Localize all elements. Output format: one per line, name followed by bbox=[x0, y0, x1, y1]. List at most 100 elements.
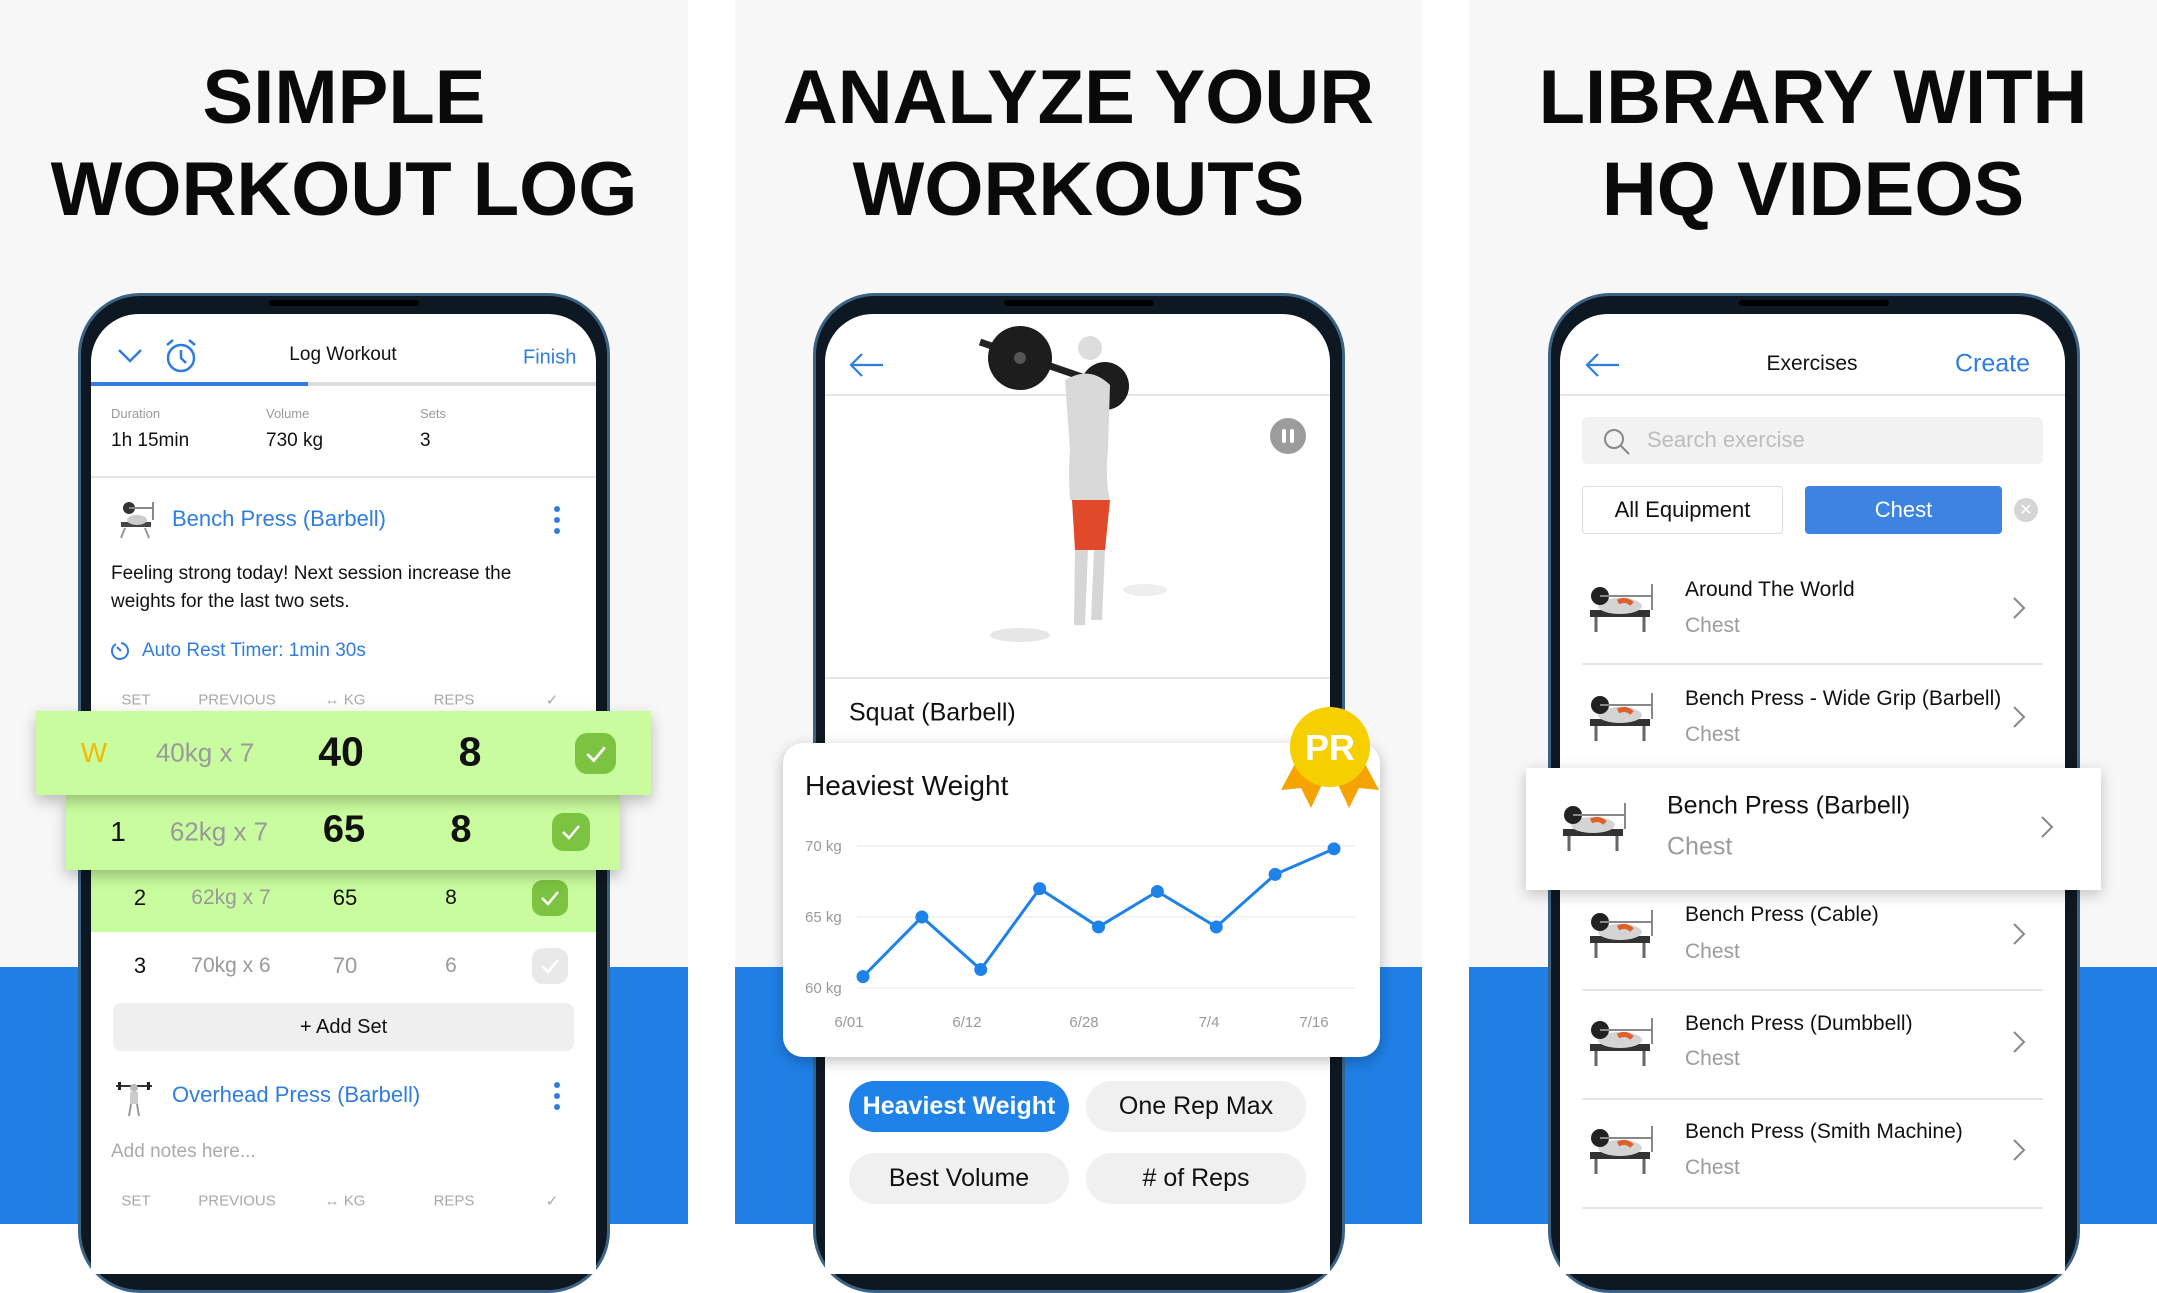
exercise-thumbnail bbox=[1590, 1017, 1653, 1066]
set-previous: 62kg x 7 bbox=[191, 886, 271, 909]
more-options-icon[interactable] bbox=[552, 505, 562, 535]
chip-best-volume[interactable]: Best Volume bbox=[849, 1153, 1069, 1204]
divider bbox=[1582, 989, 2043, 991]
close-icon: ✕ bbox=[2019, 502, 2033, 519]
chevron-right-icon[interactable] bbox=[2040, 815, 2054, 839]
col-header-kg: ↔ KG bbox=[325, 692, 366, 709]
col-header-set: SET bbox=[121, 1192, 151, 1210]
exercise-thumbnail bbox=[1563, 802, 1626, 851]
add-set-button[interactable]: + Add Set bbox=[113, 1003, 574, 1051]
finish-button[interactable]: Finish bbox=[523, 347, 576, 370]
data-point bbox=[974, 963, 988, 977]
exercise-name[interactable]: Bench Press (Barbell) bbox=[1667, 792, 1910, 821]
exercise-note[interactable]: weights for the last two sets. bbox=[111, 591, 350, 613]
panel-heading: LIBRARY WITH HQ VIDEOS bbox=[1469, 52, 2157, 236]
exercise-name: Squat (Barbell) bbox=[849, 698, 1016, 727]
pause-button[interactable] bbox=[1270, 418, 1306, 454]
set-kg-input[interactable]: 65 bbox=[323, 809, 365, 852]
search-input[interactable]: Search exercise bbox=[1582, 417, 2043, 464]
back-arrow-icon[interactable] bbox=[1585, 352, 1621, 378]
rest-timer-link[interactable]: Auto Rest Timer: 1min 30s bbox=[142, 640, 366, 662]
exercise-muscle: Chest bbox=[1667, 832, 1733, 861]
exercise-name[interactable]: Bench Press - Wide Grip (Barbell) bbox=[1685, 687, 2001, 711]
chevron-right-icon[interactable] bbox=[2012, 1030, 2026, 1054]
chip-one-rep-max[interactable]: One Rep Max bbox=[1086, 1081, 1306, 1132]
heading-line: WORKOUTS bbox=[852, 147, 1305, 232]
set-complete-checkbox[interactable] bbox=[532, 880, 568, 916]
heading-line: WORKOUT LOG bbox=[50, 147, 638, 232]
pr-badge: PR bbox=[1281, 707, 1379, 808]
data-point bbox=[1092, 920, 1105, 934]
exercise-muscle: Chest bbox=[1685, 723, 1740, 746]
pr-badge-label: PR bbox=[1305, 727, 1355, 768]
x-tick-label: 6/28 bbox=[1069, 1014, 1098, 1031]
chevron-down-icon[interactable] bbox=[117, 347, 143, 365]
muscle-filter-button[interactable]: Chest bbox=[1805, 486, 2002, 534]
timer-icon bbox=[111, 642, 129, 660]
set-reps-input[interactable]: 8 bbox=[450, 809, 471, 852]
more-options-icon[interactable] bbox=[552, 1081, 562, 1111]
y-tick-label: 65 kg bbox=[805, 909, 842, 926]
exercise-muscle: Chest bbox=[1685, 1156, 1740, 1179]
screen-title: Log Workout bbox=[289, 344, 397, 365]
exercise-muscle: Chest bbox=[1685, 614, 1740, 637]
stat-value-volume: 730 kg bbox=[266, 430, 324, 451]
notes-input[interactable]: Add notes here... bbox=[111, 1141, 256, 1163]
set-complete-checkbox[interactable] bbox=[552, 813, 590, 851]
set-reps-input[interactable]: 8 bbox=[459, 729, 482, 776]
exercise-title-link[interactable]: Overhead Press (Barbell) bbox=[172, 1082, 420, 1108]
data-point bbox=[915, 910, 929, 924]
set-kg-input[interactable]: 65 bbox=[333, 885, 357, 911]
exercise-name[interactable]: Around The World bbox=[1685, 578, 1855, 602]
stat-value-sets: 3 bbox=[420, 430, 431, 451]
exercise-name[interactable]: Bench Press (Smith Machine) bbox=[1685, 1120, 1963, 1144]
exercise-name[interactable]: Bench Press (Dumbbell) bbox=[1685, 1012, 1913, 1036]
panel-heading: SIMPLE WORKOUT LOG bbox=[0, 52, 688, 236]
exercise-note[interactable]: Feeling strong today! Next session incre… bbox=[111, 563, 511, 585]
divider bbox=[91, 476, 596, 478]
col-header-previous: PREVIOUS bbox=[198, 691, 276, 709]
clear-filter-button[interactable]: ✕ bbox=[2014, 498, 2038, 522]
exercise-title-link[interactable]: Bench Press (Barbell) bbox=[172, 506, 386, 532]
stat-label-duration: Duration bbox=[111, 406, 161, 421]
chevron-right-icon[interactable] bbox=[2012, 705, 2026, 729]
set-number-warmup: W bbox=[80, 737, 108, 768]
create-button[interactable]: Create bbox=[1955, 350, 2030, 379]
heading-line: LIBRARY WITH bbox=[1538, 55, 2088, 140]
col-header-reps: REPS bbox=[433, 1192, 475, 1210]
check-icon bbox=[585, 746, 606, 763]
pause-icon bbox=[1282, 429, 1286, 443]
back-arrow-icon[interactable] bbox=[849, 352, 885, 378]
x-tick-label: 6/01 bbox=[834, 1014, 863, 1031]
exercise-thumbnail bbox=[1590, 1126, 1653, 1174]
check-icon bbox=[562, 825, 580, 840]
alarm-clock-icon[interactable] bbox=[164, 338, 198, 374]
set-number: 1 bbox=[110, 816, 126, 847]
screen-title: Exercises bbox=[1766, 352, 1858, 375]
set-reps-input[interactable]: 6 bbox=[445, 954, 457, 978]
x-tick-label: 6/12 bbox=[952, 1014, 981, 1031]
exercise-name[interactable]: Bench Press (Cable) bbox=[1685, 903, 1879, 927]
y-tick-label: 70 kg bbox=[805, 838, 842, 855]
search-placeholder: Search exercise bbox=[1647, 427, 1805, 452]
set-reps-input[interactable]: 8 bbox=[445, 886, 457, 910]
equipment-filter-button[interactable]: All Equipment bbox=[1582, 486, 1783, 534]
set-previous: 62kg x 7 bbox=[169, 816, 269, 847]
set-kg-input[interactable]: 70 bbox=[333, 953, 357, 979]
check-header-icon: ✓ bbox=[545, 1193, 559, 1210]
chevron-right-icon[interactable] bbox=[2012, 922, 2026, 946]
chip-heaviest-weight[interactable]: Heaviest Weight bbox=[849, 1081, 1069, 1132]
chip-num-reps[interactable]: # of Reps bbox=[1086, 1153, 1306, 1204]
exercise-thumbnail bbox=[1590, 584, 1653, 632]
data-point bbox=[1033, 882, 1047, 896]
set-complete-checkbox[interactable] bbox=[532, 948, 568, 984]
workout-progress-fill bbox=[91, 382, 309, 386]
chevron-right-icon[interactable] bbox=[2012, 596, 2026, 620]
chevron-right-icon[interactable] bbox=[2012, 1138, 2026, 1162]
col-header-kg: ↔ KG bbox=[325, 1193, 366, 1210]
set-complete-checkbox[interactable] bbox=[575, 733, 616, 774]
panel-heading: ANALYZE YOUR WORKOUTS bbox=[735, 52, 1422, 236]
set-kg-input[interactable]: 40 bbox=[318, 729, 364, 776]
col-label: KG bbox=[343, 691, 366, 709]
divider bbox=[825, 677, 1330, 679]
